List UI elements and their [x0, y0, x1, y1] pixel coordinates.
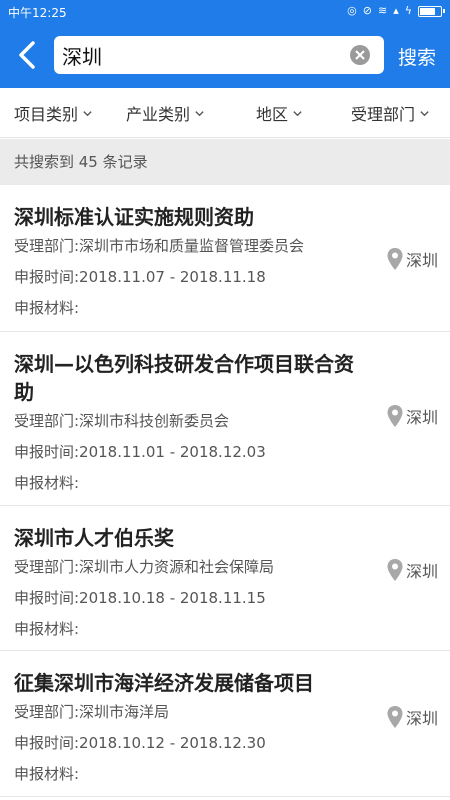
search-input[interactable]: [62, 36, 342, 74]
list-item[interactable]: 深圳—以色列科技研发合作项目联合资助 受理部门:深圳市科技创新委员会 申报时间:…: [0, 332, 450, 506]
chevron-down-icon: [420, 110, 429, 116]
filter-industry-category[interactable]: 产业类别: [126, 88, 205, 138]
item-time: 申报时间:2018.10.12 - 2018.12.30: [14, 734, 266, 752]
clear-icon: [355, 50, 365, 60]
filter-department[interactable]: 受理部门: [351, 88, 430, 138]
filter-project-category[interactable]: 项目类别: [14, 88, 93, 138]
results-count: 共搜索到 45 条记录: [0, 139, 450, 185]
search-button[interactable]: 搜索: [392, 42, 442, 70]
item-department: 受理部门:深圳市海洋局: [14, 703, 170, 721]
filter-label: 项目类别: [14, 105, 79, 124]
item-materials: 申报材料:: [14, 620, 80, 638]
back-button[interactable]: [10, 36, 44, 74]
filter-label: 受理部门: [351, 105, 416, 124]
region-label: 深圳: [405, 251, 438, 270]
back-arrow-icon: [19, 41, 35, 69]
location-pin-icon: [387, 248, 403, 270]
item-materials: 申报材料:: [14, 474, 80, 492]
results-list: 深圳标准认证实施规则资助 受理部门:深圳市市场和质量监督管理委员会 申报时间:2…: [0, 185, 450, 797]
clear-button[interactable]: [350, 45, 370, 65]
item-department: 受理部门:深圳市市场和质量监督管理委员会: [14, 237, 305, 255]
item-region: 深圳: [386, 247, 438, 271]
filter-label: 产业类别: [126, 105, 191, 124]
list-item[interactable]: 深圳标准认证实施规则资助 受理部门:深圳市市场和质量监督管理委员会 申报时间:2…: [0, 185, 450, 332]
chevron-down-icon: [195, 110, 204, 116]
item-region: 深圳: [386, 558, 438, 582]
item-materials: 申报材料:: [14, 765, 80, 783]
chevron-down-icon: [83, 110, 92, 116]
item-title: 深圳—以色列科技研发合作项目联合资助: [14, 352, 354, 404]
item-time: 申报时间:2018.10.18 - 2018.11.15: [14, 589, 266, 607]
item-title: 深圳标准认证实施规则资助: [14, 205, 254, 229]
item-materials: 申报材料:: [14, 299, 80, 317]
region-label: 深圳: [405, 408, 438, 427]
signal-icon: ▴: [393, 4, 399, 17]
region-label: 深圳: [405, 562, 438, 581]
item-time: 申报时间:2018.11.01 - 2018.12.03: [14, 443, 266, 461]
location-pin-icon: [387, 405, 403, 427]
item-region: 深圳: [386, 404, 438, 428]
filter-region[interactable]: 地区: [256, 88, 303, 138]
charging-icon: ϟ: [404, 4, 412, 17]
app-header: 中午12:25 ◎ ⊘ ≋ ▴ ϟ 搜索: [0, 0, 450, 88]
status-time: 中午12:25: [8, 6, 67, 20]
location-pin-icon: [387, 559, 403, 581]
region-label: 深圳: [405, 709, 438, 728]
location-pin-icon: [387, 706, 403, 728]
battery-icon: [418, 5, 445, 17]
alarm-icon: ◎: [347, 4, 357, 17]
list-item[interactable]: 深圳市人才伯乐奖 受理部门:深圳市人力资源和社会保障局 申报时间:2018.10…: [0, 506, 450, 651]
search-box: [54, 36, 384, 74]
filter-label: 地区: [256, 105, 289, 124]
item-department: 受理部门:深圳市科技创新委员会: [14, 412, 230, 430]
status-icons: ◎ ⊘ ≋ ▴ ϟ: [347, 4, 445, 18]
chevron-down-icon: [293, 110, 302, 116]
mute-icon: ⊘: [362, 4, 372, 17]
item-title: 深圳市人才伯乐奖: [14, 526, 174, 550]
status-bar: 中午12:25 ◎ ⊘ ≋ ▴ ϟ: [0, 0, 450, 24]
wifi-icon: ≋: [377, 4, 388, 17]
item-department: 受理部门:深圳市人力资源和社会保障局: [14, 558, 275, 576]
item-title: 征集深圳市海洋经济发展储备项目: [14, 671, 314, 695]
filter-bar: 项目类别 产业类别 地区 受理部门: [0, 88, 450, 138]
item-time: 申报时间:2018.11.07 - 2018.11.18: [14, 268, 266, 286]
item-region: 深圳: [386, 705, 438, 729]
list-item[interactable]: 征集深圳市海洋经济发展储备项目 受理部门:深圳市海洋局 申报时间:2018.10…: [0, 651, 450, 797]
